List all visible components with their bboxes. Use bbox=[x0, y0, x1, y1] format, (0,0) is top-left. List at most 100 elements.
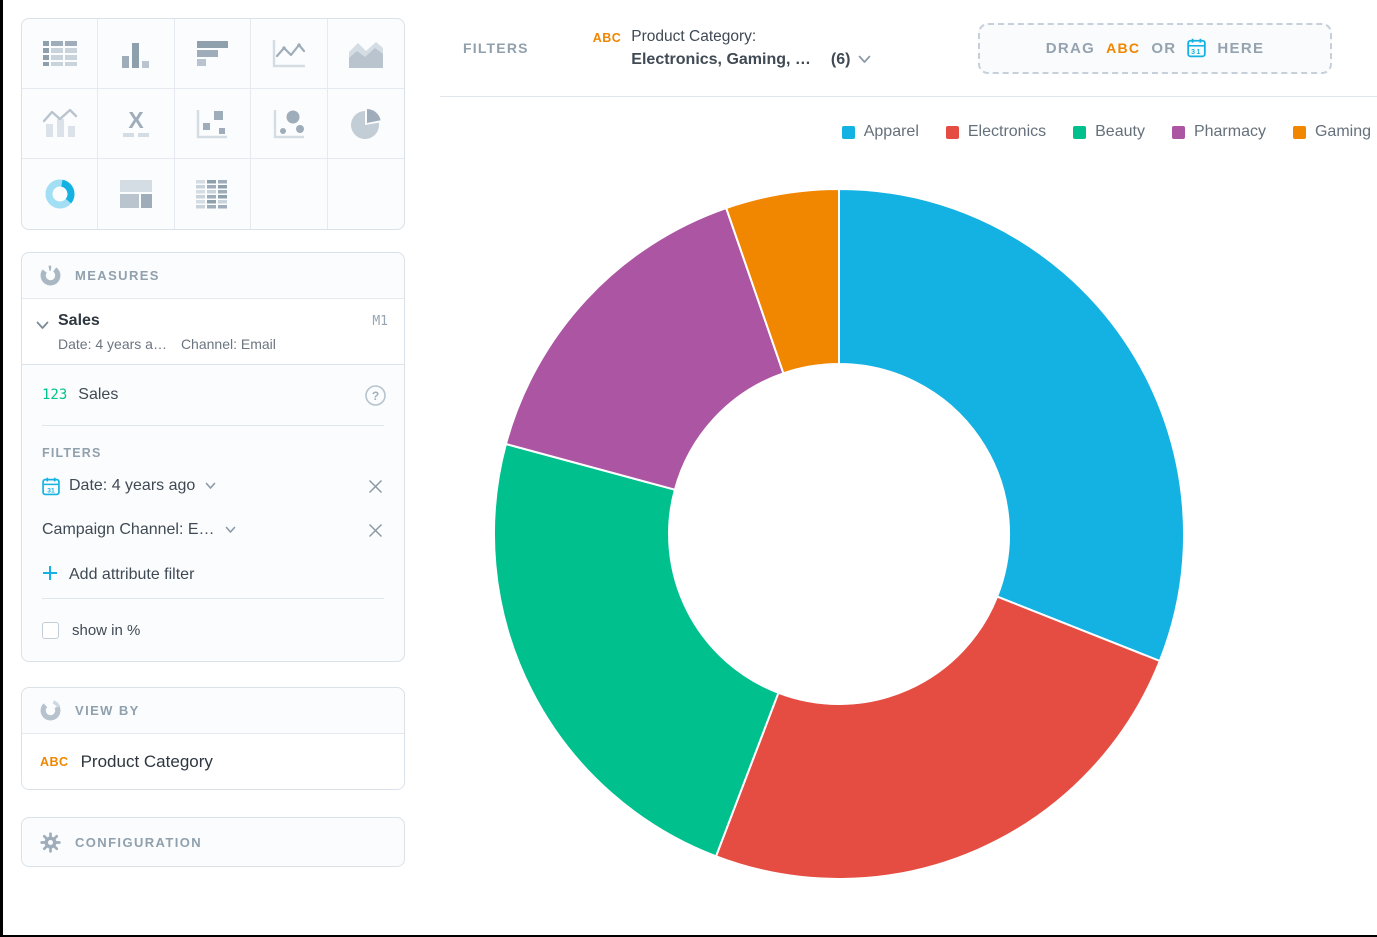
dropzone-or-label: OR bbox=[1151, 40, 1176, 57]
vis-type-donut-chart-button-selected[interactable] bbox=[22, 159, 98, 229]
remove-date-filter-icon[interactable] bbox=[367, 478, 384, 495]
view-by-attribute-item[interactable]: ABC Product Category bbox=[22, 734, 404, 789]
dropzone-here-label: HERE bbox=[1217, 40, 1264, 57]
measures-header-label: MEASURES bbox=[75, 268, 160, 283]
legend-swatch bbox=[1172, 126, 1185, 139]
configuration-panel: CONFIGURATION bbox=[21, 817, 405, 867]
legend-label: Pharmacy bbox=[1194, 123, 1266, 141]
vis-type-table-button[interactable] bbox=[22, 19, 98, 89]
plus-icon bbox=[42, 565, 58, 586]
vis-type-column-chart-button[interactable] bbox=[98, 19, 174, 89]
donut-chart-icon bbox=[43, 177, 77, 211]
table-icon bbox=[42, 40, 78, 67]
app-window: X bbox=[0, 0, 1377, 937]
vis-type-headline-button[interactable]: X bbox=[98, 89, 174, 159]
show-in-percent-label: show in % bbox=[72, 622, 140, 639]
date-filter-label: Date: 4 years ago bbox=[69, 477, 195, 495]
legend-item-beauty[interactable]: Beauty bbox=[1073, 123, 1145, 141]
main-area: FILTERS ABC Product Category: Electronic… bbox=[440, 0, 1377, 935]
legend-item-apparel[interactable]: Apparel bbox=[842, 123, 919, 141]
filters-section-label: FILTERS bbox=[22, 426, 404, 464]
vis-type-empty-cell bbox=[328, 159, 404, 229]
chart-legend: Apparel Electronics Beauty Pharmacy Gaming bbox=[842, 123, 1371, 141]
view-by-attribute-label: Product Category bbox=[81, 752, 213, 772]
filter-dropzone[interactable]: DRAG ABC OR 31 HERE bbox=[978, 23, 1332, 74]
vis-type-picker: X bbox=[21, 18, 405, 230]
vis-type-treemap-button[interactable] bbox=[98, 159, 174, 229]
measure-item-sales[interactable]: Sales M1 Date: 4 years a… Channel: Email bbox=[22, 299, 404, 365]
chevron-down-icon bbox=[858, 51, 871, 69]
measure-title: Sales bbox=[58, 312, 100, 330]
attribute-filter-row[interactable]: Campaign Channel: E… bbox=[22, 508, 404, 552]
vis-type-area-chart-button[interactable] bbox=[328, 19, 404, 89]
filter-bar-label: FILTERS bbox=[463, 40, 529, 56]
chevron-down-icon[interactable] bbox=[36, 317, 49, 352]
question-icon[interactable]: ? bbox=[364, 384, 387, 407]
donut-bucket-icon bbox=[39, 264, 62, 287]
chevron-down-icon bbox=[225, 526, 236, 534]
date-filter-row[interactable]: 31 Date: 4 years ago bbox=[22, 464, 404, 508]
measure-field-label: Sales bbox=[78, 386, 118, 404]
measure-config-body: 123 Sales ? FILTERS bbox=[22, 365, 404, 661]
donut-bucket-icon bbox=[39, 699, 62, 722]
product-category-filter-button[interactable]: ABC Product Category: Electronics, Gamin… bbox=[593, 28, 872, 69]
bar-chart-icon bbox=[195, 40, 229, 68]
vis-type-scatter-plot-button[interactable] bbox=[175, 89, 251, 159]
column-chart-icon bbox=[120, 39, 152, 69]
measure-subtitle-channel: Channel: Email bbox=[181, 336, 276, 352]
line-chart-icon bbox=[271, 38, 307, 69]
svg-text:X: X bbox=[128, 109, 144, 133]
calendar-icon: 31 bbox=[42, 477, 60, 496]
attribute-type-badge: ABC bbox=[1106, 40, 1140, 56]
donut-slice-apparel[interactable] bbox=[839, 189, 1184, 661]
view-by-panel: VIEW BY ABC Product Category bbox=[21, 687, 405, 790]
add-attribute-filter-button[interactable]: Add attribute filter bbox=[22, 552, 404, 598]
heatmap-icon bbox=[195, 179, 229, 209]
legend-label: Apparel bbox=[864, 123, 919, 141]
divider bbox=[42, 598, 384, 599]
calendar-icon: 31 bbox=[1187, 38, 1206, 58]
legend-swatch bbox=[946, 126, 959, 139]
legend-label: Beauty bbox=[1095, 123, 1145, 141]
legend-item-gaming[interactable]: Gaming bbox=[1293, 123, 1371, 141]
pie-chart-icon bbox=[349, 107, 383, 141]
dropzone-drag-label: DRAG bbox=[1046, 40, 1095, 57]
vis-type-heatmap-button[interactable] bbox=[175, 159, 251, 229]
measure-field-sales[interactable]: 123 Sales ? bbox=[22, 365, 404, 425]
donut-chart bbox=[492, 187, 1186, 881]
product-category-filter-text: Product Category: Electronics, Gaming, …… bbox=[631, 28, 871, 69]
vis-type-empty-cell bbox=[251, 159, 327, 229]
svg-text:31: 31 bbox=[1192, 49, 1203, 56]
vis-type-line-chart-button[interactable] bbox=[251, 19, 327, 89]
treemap-icon bbox=[119, 179, 153, 209]
svg-text:?: ? bbox=[372, 389, 379, 403]
legend-label: Gaming bbox=[1315, 123, 1371, 141]
checkbox-unchecked-icon[interactable] bbox=[42, 622, 59, 639]
remove-attribute-filter-icon[interactable] bbox=[367, 522, 384, 539]
legend-item-electronics[interactable]: Electronics bbox=[946, 123, 1046, 141]
headline-icon: X bbox=[119, 109, 153, 139]
legend-item-pharmacy[interactable]: Pharmacy bbox=[1172, 123, 1266, 141]
legend-swatch bbox=[1293, 126, 1306, 139]
vis-type-combo-chart-button[interactable] bbox=[22, 89, 98, 159]
filter-bar: FILTERS ABC Product Category: Electronic… bbox=[440, 0, 1377, 97]
show-in-percent-row[interactable]: show in % bbox=[22, 613, 404, 647]
vis-type-bar-chart-button[interactable] bbox=[175, 19, 251, 89]
filter-selected-values: Electronics, Gaming, … bbox=[631, 51, 811, 69]
attribute-type-badge: ABC bbox=[593, 31, 622, 69]
filter-attribute-name: Product Category: bbox=[631, 28, 871, 46]
view-by-header[interactable]: VIEW BY bbox=[22, 688, 404, 734]
donut-chart-container bbox=[492, 187, 1186, 881]
legend-swatch bbox=[1073, 126, 1086, 139]
svg-text:31: 31 bbox=[47, 487, 55, 494]
measure-subtitle-date: Date: 4 years a… bbox=[58, 336, 167, 352]
vis-type-bubble-chart-button[interactable] bbox=[251, 89, 327, 159]
measure-tag: M1 bbox=[372, 314, 388, 329]
configuration-header[interactable]: CONFIGURATION bbox=[22, 818, 404, 866]
donut-slice-beauty[interactable] bbox=[494, 444, 778, 856]
attribute-filter-label: Campaign Channel: E… bbox=[42, 521, 215, 539]
area-chart-icon bbox=[348, 39, 384, 69]
vis-type-pie-chart-button[interactable] bbox=[328, 89, 404, 159]
donut-slice-electronics[interactable] bbox=[716, 597, 1160, 879]
measures-header[interactable]: MEASURES bbox=[22, 253, 404, 299]
